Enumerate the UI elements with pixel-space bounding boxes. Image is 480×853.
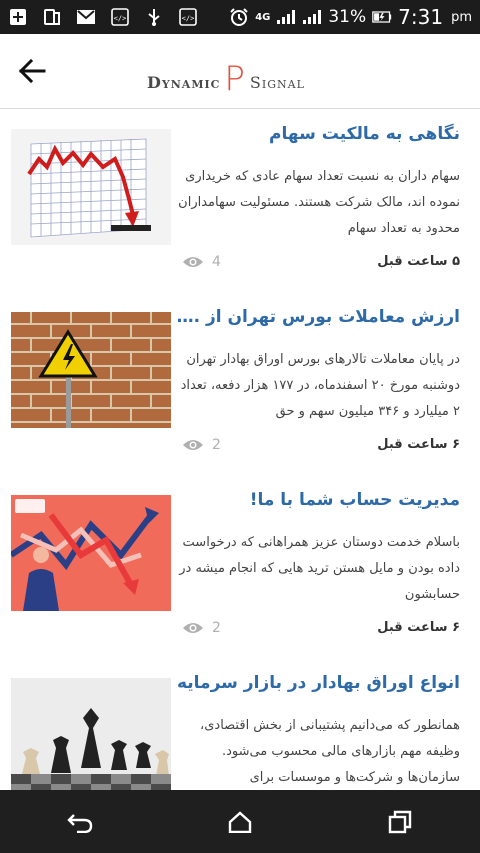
eye-icon: [183, 257, 203, 267]
code-icon: </>: [178, 8, 198, 26]
back-button[interactable]: [18, 58, 46, 84]
signal-icon: [302, 8, 322, 26]
view-count-value: 2: [212, 620, 221, 636]
trading-arrows-image: [11, 495, 171, 611]
eye-icon: [183, 623, 203, 633]
nav-home-button[interactable]: [220, 802, 260, 842]
article-title[interactable]: مدیریت حساب شما با ما!: [175, 487, 460, 513]
article-excerpt: باسلام خدمت دوستان عزیز همراهانی که درخو…: [179, 535, 460, 602]
article-title[interactable]: نگاهی به مالکیت سهام: [175, 121, 460, 147]
article-time: ۶ ساعت قبل: [377, 620, 460, 635]
article-excerpt: همانطور که می‌دانیم پشتیبانی از بخش اقتص…: [200, 718, 460, 785]
home-nav-icon: [228, 810, 252, 833]
signal-icon: [276, 8, 296, 26]
app-logo: Dynamic P Signal: [147, 52, 337, 96]
article-feed[interactable]: نگاهی به مالکیت سهام سهام داران به نسبت …: [0, 109, 480, 790]
falling-chart-image: [11, 129, 171, 245]
alarm-icon: [229, 8, 249, 26]
article-time: ۶ ساعت قبل: [377, 437, 460, 452]
logo-letter-p: P: [224, 59, 246, 99]
eye-icon: [183, 440, 203, 450]
brick-wall-warning-image: [11, 312, 171, 428]
article-title[interactable]: انواع اوراق بهادار در بازار سرمایه: [175, 670, 460, 696]
logo-word-signal: Signal: [249, 73, 305, 92]
view-count: 2: [182, 437, 221, 453]
svg-text:</>: </>: [114, 15, 127, 23]
add-icon: [8, 8, 28, 26]
network-type: 4G: [255, 11, 271, 23]
system-nav-bar: [0, 790, 480, 853]
notification-icons: </> </>: [8, 8, 198, 26]
clock-ampm: pm: [451, 9, 472, 25]
chess-pieces-image: [11, 678, 171, 790]
logo-word-dynamic: Dynamic: [147, 73, 221, 92]
recents-nav-icon: [388, 810, 412, 833]
code-icon: </>: [110, 8, 130, 26]
nav-back-button[interactable]: [60, 802, 100, 842]
article-title[interactable]: ارزش معاملات بورس تهران از ...۱۵۰۰: [175, 304, 460, 330]
svg-text:</>: </>: [182, 15, 195, 23]
article-card[interactable]: ارزش معاملات بورس تهران از ...۱۵۰۰ در پا…: [0, 292, 480, 476]
status-bar: </> </> 4G 31% 7:31 pm: [0, 0, 480, 34]
sim-card-icon: [42, 8, 62, 26]
usb-icon: [144, 8, 164, 26]
article-card[interactable]: نگاهی به مالکیت سهام سهام داران به نسبت …: [0, 109, 480, 293]
article-excerpt: سهام داران به نسبت تعداد سهام عادی که خر…: [178, 169, 460, 236]
nav-recents-button[interactable]: [380, 802, 420, 842]
back-nav-icon: [67, 813, 93, 833]
arrow-back-icon: [18, 58, 46, 84]
view-count: 2: [182, 620, 221, 636]
view-count-value: 4: [212, 254, 221, 270]
gmail-icon: [76, 8, 96, 26]
app-bar: Dynamic P Signal: [0, 34, 480, 109]
article-time: ۵ ساعت قبل: [377, 254, 460, 269]
article-card[interactable]: مدیریت حساب شما با ما! باسلام خدمت دوستا…: [0, 475, 480, 659]
battery-percent: 31%: [328, 7, 367, 27]
article-card[interactable]: انواع اوراق بهادار در بازار سرمایه همانط…: [0, 658, 480, 790]
view-count-value: 2: [212, 437, 221, 453]
article-excerpt: در پایان معاملات تالارهای بورس اوراق بها…: [180, 352, 460, 419]
battery-charging-icon: [372, 8, 392, 26]
view-count: 4: [182, 254, 221, 270]
system-status: 4G 31% 7:31 pm: [229, 5, 472, 29]
clock: 7:31: [398, 5, 444, 29]
